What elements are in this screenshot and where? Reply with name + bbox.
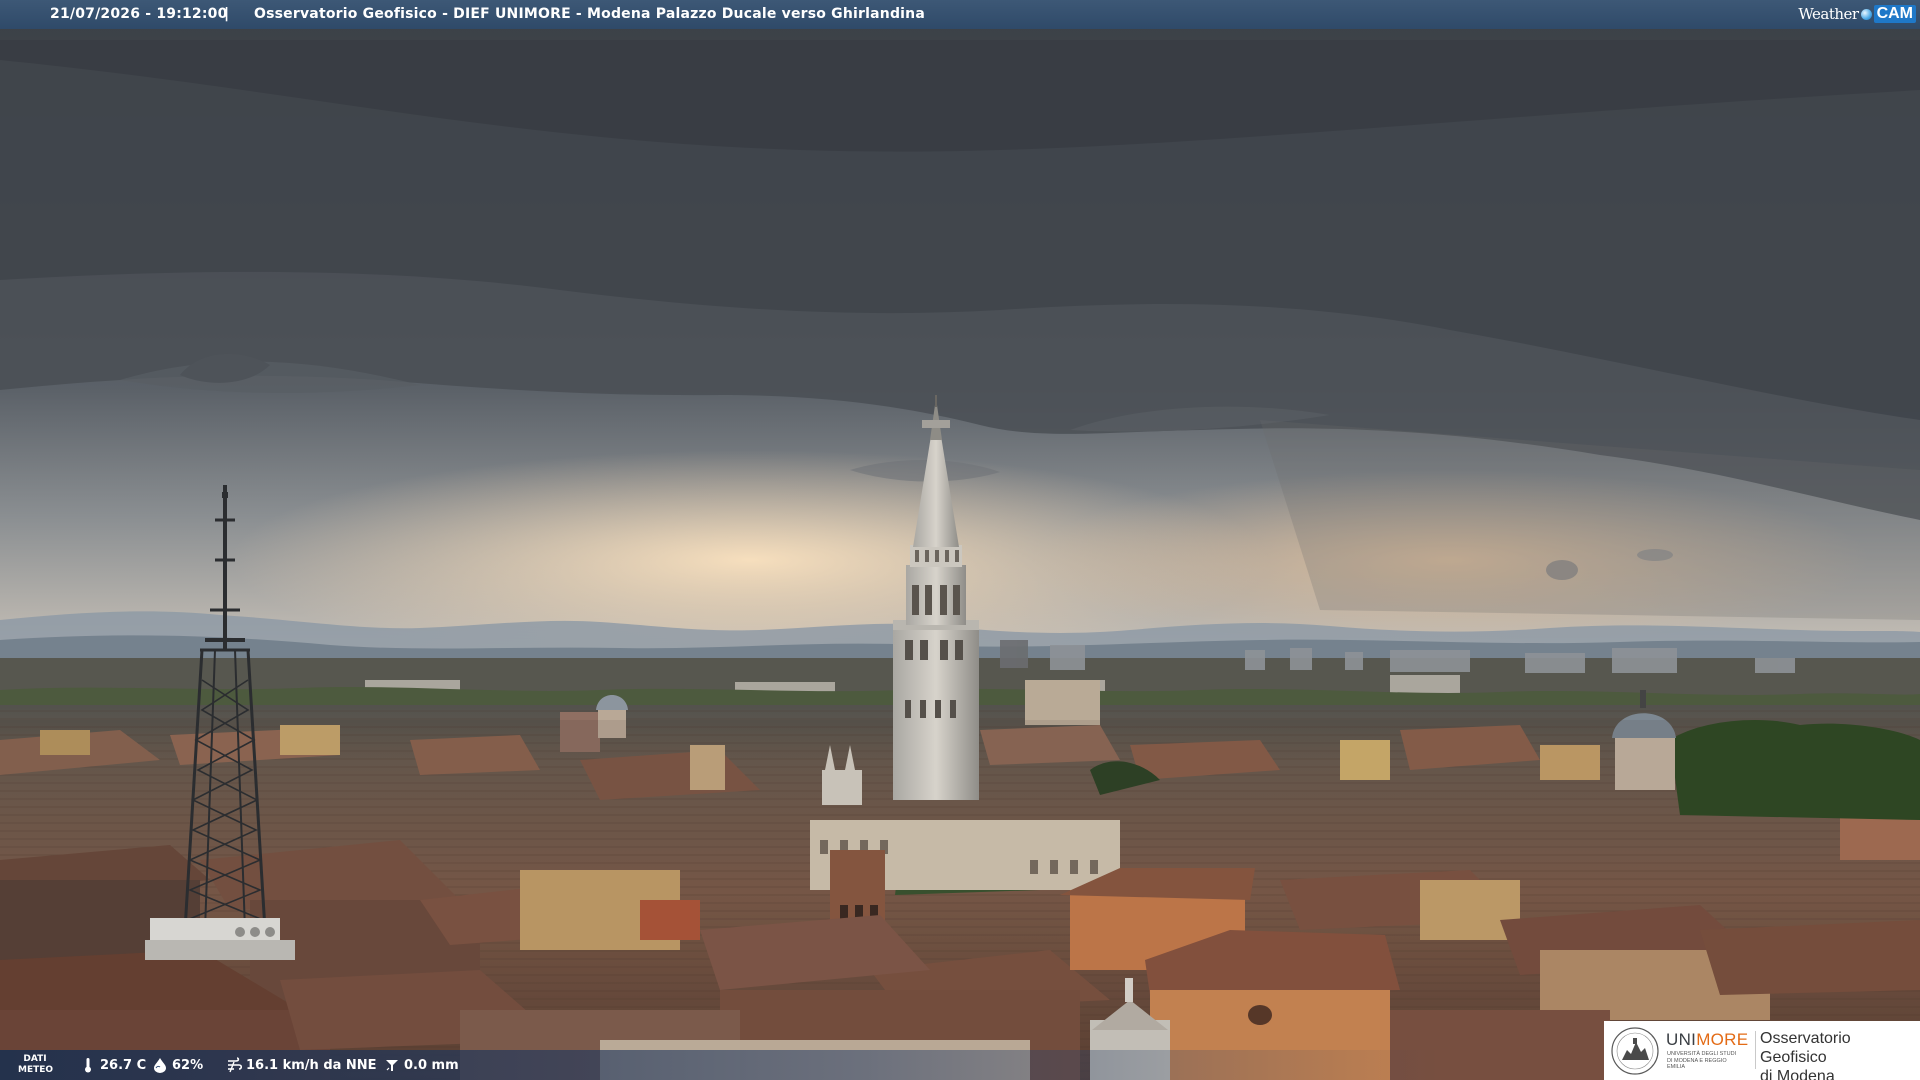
wind-reading: 16.1 km/h da NNE: [226, 1057, 377, 1073]
university-seal-icon: [1611, 1027, 1659, 1075]
unimore-wordmark: UNIMORE: [1666, 1030, 1748, 1050]
observatory-name: Osservatorio Geofisico di Modena: [1760, 1029, 1918, 1080]
thermometer-icon: [85, 1058, 91, 1073]
camera-title: Osservatorio Geofisico - DIEF UNIMORE - …: [254, 6, 925, 22]
logo-divider: [1755, 1031, 1756, 1069]
weathercam-logo: Weather CAM: [1798, 3, 1916, 25]
humidity-value: 62%: [172, 1057, 204, 1073]
rain-reading: 0.0 mm: [384, 1057, 459, 1073]
webcam-scene: [0, 0, 1920, 1080]
meteo-label-line1: DATI: [23, 1054, 47, 1064]
unimore-logo-panel: UNIMORE Università degli Studi di Modena…: [1604, 1021, 1920, 1080]
university-subtitle: Università degli Studi di Modena e Reggi…: [1667, 1051, 1737, 1070]
timestamp: 21/07/2026 - 19:12:00: [50, 6, 228, 22]
wind-value: 16.1 km/h da NNE: [246, 1057, 377, 1073]
rain-gauge-icon: [386, 1060, 398, 1071]
meteo-label: DATI METEO: [18, 1054, 54, 1076]
webcam-image: [0, 0, 1920, 1080]
temperature-reading: 26.7 C: [80, 1057, 146, 1073]
humidity-reading: 62%: [152, 1057, 203, 1073]
unimore-wordmark-part1: UNI: [1666, 1030, 1697, 1049]
weathercam-weather-text: Weather: [1798, 5, 1859, 23]
observatory-line2: di Modena: [1760, 1068, 1835, 1080]
unimore-wordmark-part2: MORE: [1696, 1030, 1749, 1049]
humidity-drop-icon: [154, 1058, 166, 1073]
meteo-label-line2: METEO: [18, 1065, 54, 1075]
header-separator: |: [224, 6, 230, 22]
observatory-line1: Osservatorio Geofisico: [1760, 1030, 1851, 1066]
temperature-value: 26.7 C: [100, 1057, 147, 1073]
wind-icon: [228, 1057, 242, 1073]
rain-value: 0.0 mm: [404, 1057, 459, 1073]
weathercam-cam-text: CAM: [1873, 5, 1916, 23]
globe-icon: [1860, 8, 1872, 20]
top-info-bar: 21/07/2026 - 19:12:00 | Osservatorio Geo…: [0, 0, 1920, 29]
